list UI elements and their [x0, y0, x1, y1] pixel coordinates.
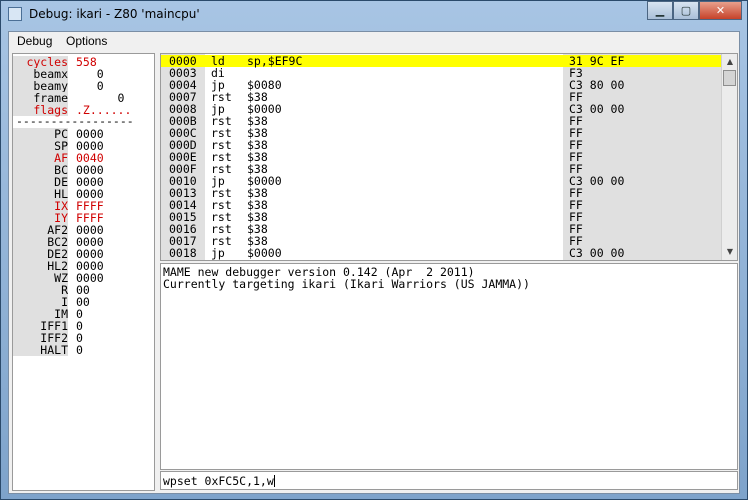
arrow-up-icon[interactable]: ▲ — [723, 55, 737, 69]
disassembly-row[interactable]: 0018 jp $0000 C3 00 00 — [161, 247, 721, 259]
debugger-window: Debug: ikari - Z80 'maincpu' ▁ ▢ ✕ Debug… — [0, 0, 748, 500]
close-button[interactable]: ✕ — [699, 1, 742, 20]
register-name: WZ — [13, 272, 68, 284]
scrollbar-thumb[interactable] — [723, 70, 736, 86]
disassembly-row[interactable]: 000C rst $38 FF — [161, 127, 721, 139]
opcode-bytes: C3 00 00 — [569, 246, 625, 260]
register-value: 0 — [76, 343, 83, 357]
disassembly-row[interactable]: 0016 rst $38 FF — [161, 223, 721, 235]
disassembly-row[interactable]: 0014 rst $38 FF — [161, 199, 721, 211]
disassembly-row[interactable]: 0004 jp $0080 C3 80 00 — [161, 79, 721, 91]
disassembly-panel[interactable]: 0000 ld sp,$EF9C 31 9C EF 0003 di F3 0004 jp $008… — [160, 53, 738, 261]
disassembly-row[interactable]: 0003 di F3 — [161, 67, 721, 79]
command-text: wpset 0xFC5C,1,w — [163, 474, 274, 488]
disassembly-row[interactable]: 000F rst $38 FF — [161, 163, 721, 175]
disassembly-row[interactable]: 000D rst $38 FF — [161, 139, 721, 151]
disassembly-row[interactable]: 0015 rst $38 FF — [161, 211, 721, 223]
disassembly-row[interactable]: 0017 rst $38 FF — [161, 235, 721, 247]
minimize-icon: ▁ — [655, 4, 665, 17]
maximize-button[interactable]: ▢ — [673, 1, 699, 20]
disassembly-row[interactable]: 0007 rst $38 FF — [161, 91, 721, 103]
disassembly-row[interactable]: 000B rst $38 FF — [161, 115, 721, 127]
menu-bar: Debug Options — [9, 32, 739, 51]
window-title: Debug: ikari - Z80 'maincpu' — [29, 7, 200, 21]
close-icon: ✕ — [715, 4, 726, 17]
command-input[interactable]: wpset 0xFC5C,1,w — [160, 471, 738, 490]
disassembly-row[interactable]: 000E rst $38 FF — [161, 151, 721, 163]
menu-debug[interactable]: Debug — [17, 34, 52, 48]
register-name: HALT — [13, 344, 68, 356]
registers-panel[interactable]: cycles 558 beamx 0 beamy 0 frame 0 flags .Z...… — [12, 53, 155, 491]
disassembly-row[interactable]: 0013 rst $38 FF — [161, 187, 721, 199]
text-caret — [273, 475, 275, 487]
menu-options[interactable]: Options — [66, 34, 107, 48]
opcode: jp — [211, 246, 225, 260]
current-instruction-row[interactable]: 0000 ld sp,$EF9C 31 9C EF — [161, 55, 721, 67]
disassembly-scrollbar[interactable]: ▲ ▼ — [721, 54, 737, 260]
address: 0018 — [169, 246, 197, 260]
caption-buttons: ▁ ▢ ✕ — [647, 1, 742, 21]
client-area: Debug Options cycles 558 beamx 0 beamy 0 fra… — [8, 31, 740, 494]
arrow-down-icon[interactable]: ▼ — [723, 245, 737, 259]
register-name: R — [13, 284, 68, 296]
register-separator: ----------------- — [16, 114, 134, 128]
disassembly-row[interactable]: 0008 jp $0000 C3 00 00 — [161, 103, 721, 115]
minimize-button[interactable]: ▁ — [647, 1, 673, 20]
operand: $0000 — [247, 246, 282, 260]
operand: sp,$EF9C — [247, 54, 303, 68]
title-bar[interactable]: Debug: ikari - Z80 'maincpu' ▁ ▢ ✕ — [1, 1, 747, 29]
disassembly-row[interactable]: 0010 jp $0000 C3 00 00 — [161, 175, 721, 187]
maximize-icon: ▢ — [680, 4, 692, 17]
console-output[interactable]: MAME new debugger version 0.142 (Apr 2 2… — [160, 263, 738, 470]
app-icon — [8, 7, 22, 21]
console-line: Currently targeting ikari (Ikari Warrior… — [163, 277, 530, 291]
